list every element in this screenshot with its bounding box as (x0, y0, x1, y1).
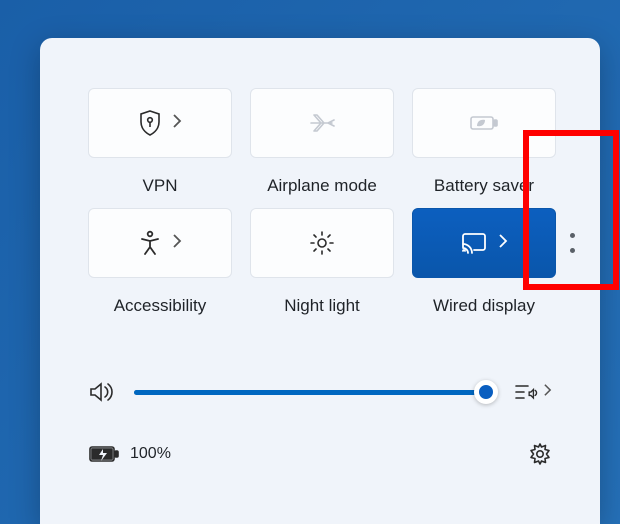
volume-slider-fill (134, 390, 486, 395)
settings-gear-icon[interactable] (528, 442, 552, 466)
tile-group-airplane: Airplane mode (250, 88, 394, 196)
shield-key-icon (138, 109, 162, 137)
tile-group-battery-saver: Battery saver (412, 88, 556, 196)
tile-vpn[interactable] (88, 88, 232, 158)
tile-group-night-light: Night light (250, 208, 394, 316)
cast-icon (460, 231, 488, 255)
tile-label: Battery saver (434, 176, 534, 196)
chevron-right-icon (543, 383, 552, 402)
volume-slider-thumb[interactable] (474, 380, 498, 404)
tile-wired-display[interactable] (412, 208, 556, 278)
tile-label: VPN (143, 176, 178, 196)
brightness-icon (309, 230, 335, 256)
tile-label: Night light (284, 296, 360, 316)
dot-icon (570, 248, 575, 253)
chevron-right-icon (172, 233, 182, 254)
tile-group-wired-display: Wired display (412, 208, 556, 316)
tile-group-accessibility: Accessibility (88, 208, 232, 316)
tile-battery-saver[interactable] (412, 88, 556, 158)
tile-label: Accessibility (114, 296, 207, 316)
chevron-right-icon (498, 233, 508, 254)
battery-charging-icon (88, 444, 120, 464)
accessibility-icon (138, 230, 162, 256)
overflow-menu-button[interactable] (570, 233, 575, 253)
volume-row (88, 380, 552, 404)
bottom-row: 100% (88, 442, 552, 466)
tile-grid: VPN Airplane mode (88, 88, 552, 316)
tile-label: Airplane mode (267, 176, 377, 196)
tile-accessibility[interactable] (88, 208, 232, 278)
speaker-icon[interactable] (88, 380, 114, 404)
sound-output-button[interactable] (513, 381, 552, 403)
tile-night-light[interactable] (250, 208, 394, 278)
battery-leaf-icon (469, 112, 499, 134)
quick-settings-panel: VPN Airplane mode (40, 38, 600, 524)
airplane-icon (308, 111, 336, 135)
tile-group-vpn: VPN (88, 88, 232, 196)
volume-slider[interactable] (134, 390, 493, 395)
chevron-right-icon (172, 113, 182, 134)
tile-airplane-mode[interactable] (250, 88, 394, 158)
tile-label: Wired display (433, 296, 535, 316)
dot-icon (570, 233, 575, 238)
sound-output-icon (513, 381, 539, 403)
battery-status[interactable]: 100% (88, 444, 171, 464)
battery-percent-text: 100% (130, 445, 171, 463)
